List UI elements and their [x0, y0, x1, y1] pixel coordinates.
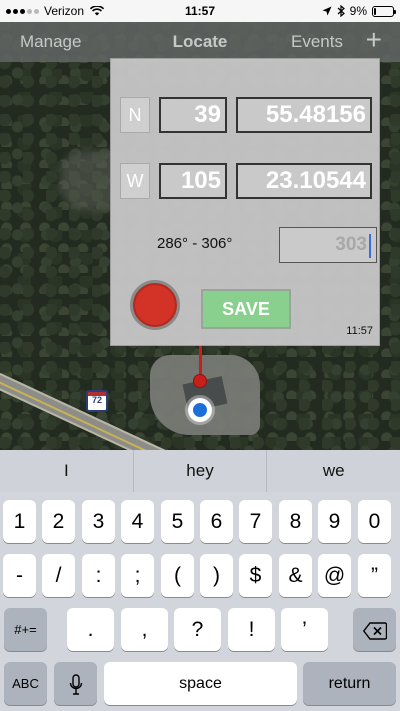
- events-button[interactable]: Events: [291, 32, 343, 52]
- suggestion-1[interactable]: I: [0, 450, 134, 492]
- locate-panel: N 39 55.48156 W 105 23.10544 286° - 306°…: [110, 58, 380, 346]
- key-row2-0[interactable]: -: [3, 554, 36, 597]
- key-row3-4[interactable]: ’: [281, 608, 328, 651]
- suggestion-2[interactable]: hey: [134, 450, 268, 492]
- user-location-icon[interactable]: [188, 398, 212, 422]
- key-row1-1[interactable]: 2: [42, 500, 75, 543]
- key-row2-1[interactable]: /: [42, 554, 75, 597]
- key-row1-0[interactable]: 1: [3, 500, 36, 543]
- status-bar: Verizon 11:57 9%: [0, 0, 400, 22]
- status-time: 11:57: [184, 4, 216, 18]
- bearing-range-label: 286° - 306°: [157, 235, 233, 252]
- record-button[interactable]: [130, 280, 180, 330]
- longitude-minutes-field[interactable]: 23.10544: [236, 163, 372, 199]
- route-72-shield: 72: [86, 390, 108, 412]
- abc-key[interactable]: ABC: [4, 662, 47, 705]
- dictation-key[interactable]: [54, 662, 97, 705]
- battery-fill: [374, 7, 376, 15]
- key-row3-2[interactable]: ?: [174, 608, 221, 651]
- panel-timestamp: 11:57: [346, 325, 373, 337]
- symbols-key[interactable]: #+=: [4, 608, 47, 651]
- map-pin[interactable]: [193, 374, 207, 388]
- key-row2-4[interactable]: (: [161, 554, 194, 597]
- key-row1-8[interactable]: 9: [318, 500, 351, 543]
- key-row2-5[interactable]: ): [200, 554, 233, 597]
- key-row1-3[interactable]: 4: [121, 500, 154, 543]
- key-row3-3[interactable]: !: [228, 608, 275, 651]
- bearing-value: 303: [335, 234, 367, 255]
- keyboard: I hey we 1 2 3 4 5 6 7 8 9 0 - /:;() $ & @”.,?!’ #+= A…: [0, 450, 400, 711]
- key-row2-7[interactable]: &: [279, 554, 312, 597]
- longitude-direction-toggle[interactable]: W: [120, 163, 150, 199]
- text-caret: [369, 234, 371, 258]
- key-row2-9[interactable]: ”: [358, 554, 391, 597]
- return-key[interactable]: return: [303, 662, 396, 705]
- key-row2-3[interactable]: ;: [121, 554, 154, 597]
- key-row1-4[interactable]: 5: [161, 500, 194, 543]
- manage-button[interactable]: Manage: [20, 32, 81, 52]
- bearing-input[interactable]: 303: [279, 227, 377, 263]
- key-row1-5[interactable]: 6: [200, 500, 233, 543]
- backspace-icon: [362, 621, 387, 640]
- key-row2-2[interactable]: :: [82, 554, 115, 597]
- key-row2-6[interactable]: $: [239, 554, 272, 597]
- latitude-degrees-field[interactable]: 39: [159, 97, 227, 133]
- longitude-degrees-field[interactable]: 105: [159, 163, 227, 199]
- key-row1-6[interactable]: 7: [239, 500, 272, 543]
- nav-bar: Manage Locate Events +: [0, 22, 400, 62]
- key-row3-1[interactable]: ,: [121, 608, 168, 651]
- key-row1-9[interactable]: 0: [358, 500, 391, 543]
- space-key[interactable]: space: [104, 662, 297, 705]
- key-row1-7[interactable]: 8: [279, 500, 312, 543]
- key-row3-0[interactable]: .: [67, 608, 114, 651]
- add-button[interactable]: +: [366, 25, 382, 55]
- latitude-direction-toggle[interactable]: N: [120, 97, 150, 133]
- save-button[interactable]: SAVE: [201, 289, 291, 329]
- latitude-minutes-field[interactable]: 55.48156: [236, 97, 372, 133]
- microphone-icon: [69, 673, 82, 695]
- suggestion-bar: I hey we: [0, 450, 400, 492]
- key-row2-8[interactable]: @: [318, 554, 351, 597]
- backspace-key[interactable]: [353, 608, 396, 651]
- suggestion-3[interactable]: we: [267, 450, 400, 492]
- battery-icon: [372, 5, 396, 17]
- key-row1-2[interactable]: 3: [82, 500, 115, 543]
